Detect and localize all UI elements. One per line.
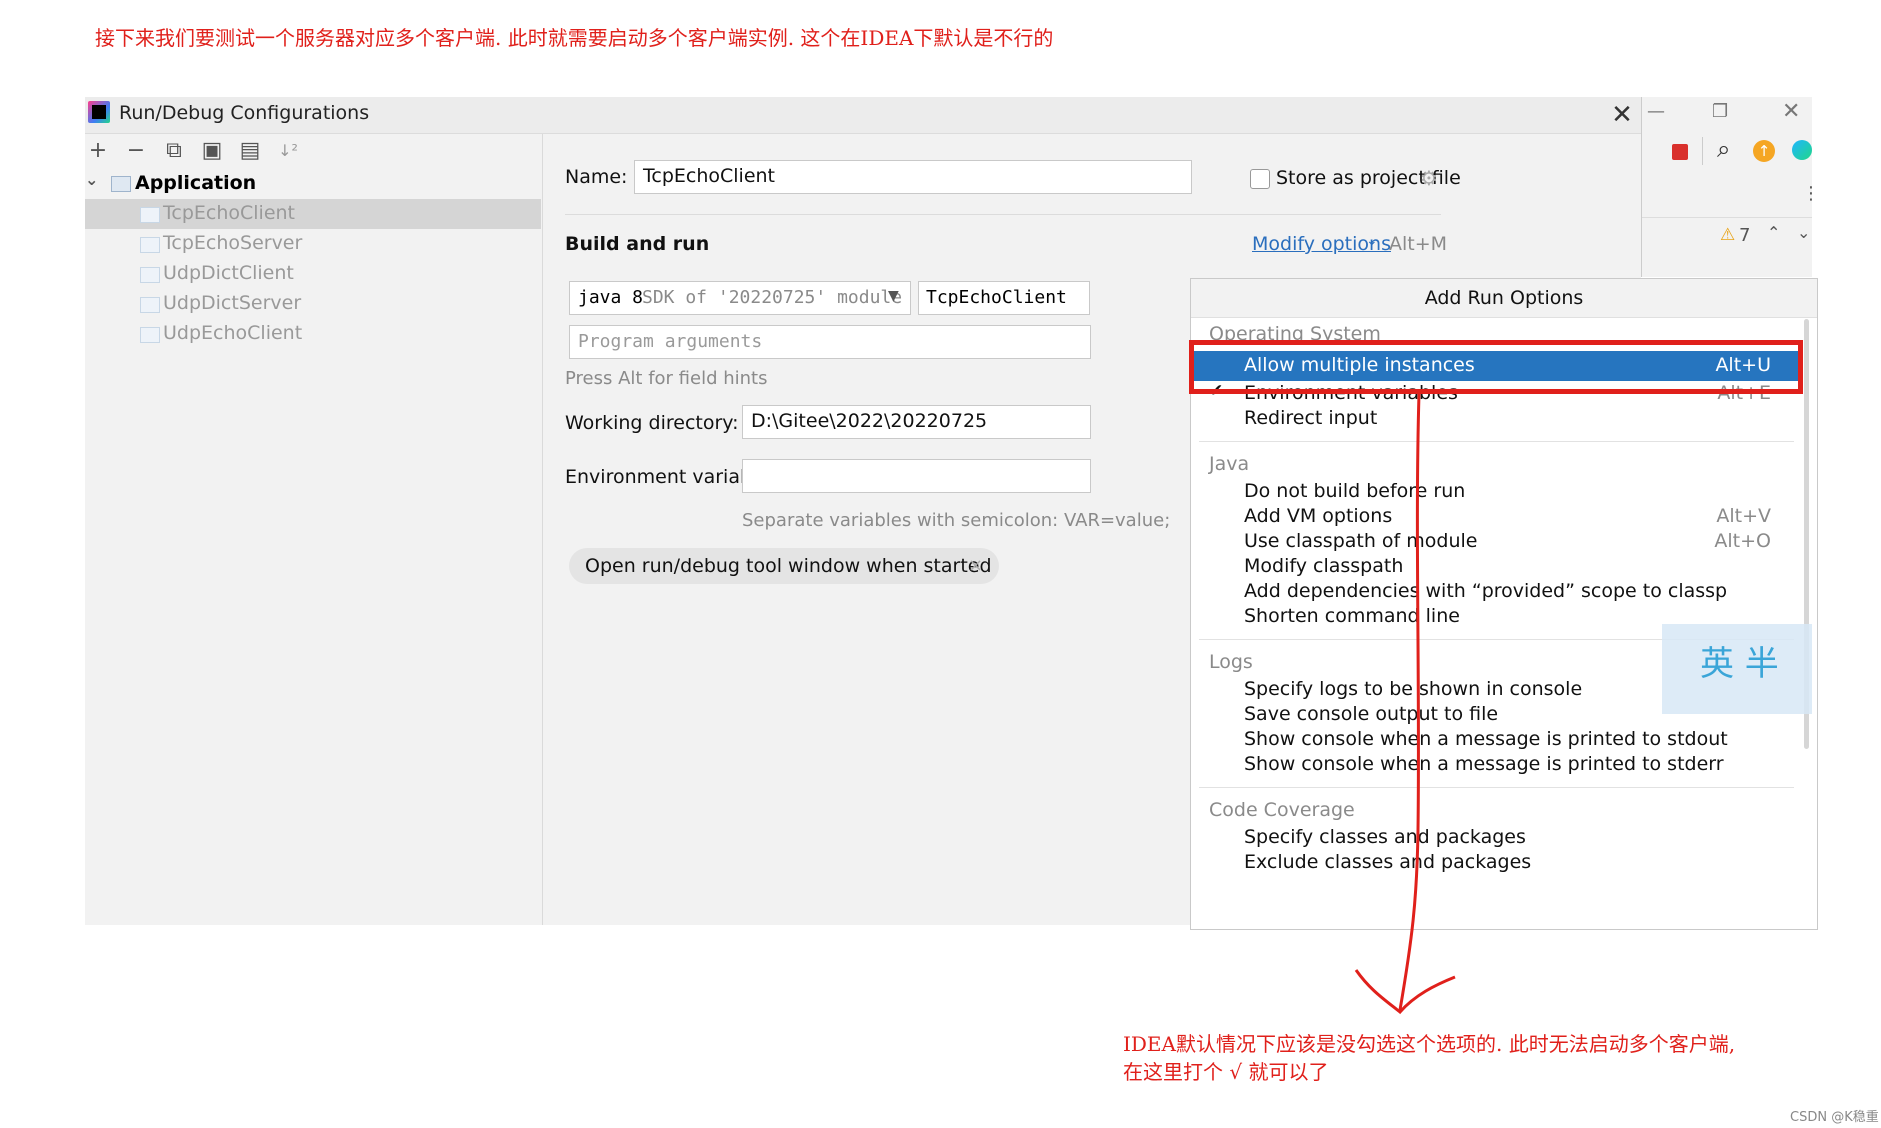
- option-redirect-input[interactable]: Redirect input: [1191, 404, 1801, 434]
- config-icon: [140, 237, 160, 253]
- config-toolbar: + − ⧉ ▣ ▤ ↓²: [85, 134, 541, 168]
- strip-divider: [1642, 217, 1812, 218]
- arrow-shaft: [1398, 393, 1421, 1011]
- bottom-annotation-line2: 在这里打个 √ 就可以了: [1123, 1060, 1329, 1084]
- chip-label: Open run/debug tool window when started: [585, 555, 992, 577]
- section-divider: [1199, 787, 1794, 788]
- dropdown-arrow-icon[interactable]: ▼: [888, 288, 899, 304]
- plugin-icon[interactable]: [1792, 140, 1812, 160]
- sdk-select[interactable]: java 8 SDK of '20220725' module ▼: [569, 281, 911, 315]
- ide-background-toolbar: — ❐ ✕ ⌕ ↑ ⋮ ⚠ 7 ⌃ ⌄: [1641, 97, 1820, 277]
- working-directory-value: D:\Gitee\2022\20220725: [751, 410, 988, 432]
- popup-title: Add Run Options: [1191, 279, 1817, 318]
- dialog-titlebar[interactable]: Run/Debug Configurations ✕: [85, 97, 1641, 134]
- minimize-icon[interactable]: —: [1647, 101, 1665, 122]
- tree-item-label: UdpDictServer: [163, 292, 302, 314]
- env-vars-field[interactable]: [742, 459, 1091, 493]
- option-label: Show console when a message is printed t…: [1244, 753, 1724, 775]
- option-show-console-stderr[interactable]: Show console when a message is printed t…: [1191, 750, 1801, 780]
- divider: [565, 214, 1441, 215]
- copy-icon[interactable]: ⧉: [161, 138, 187, 164]
- section-logs: Logs: [1209, 651, 1253, 673]
- tree-item-udpdictclient[interactable]: UdpDictClient: [85, 259, 541, 289]
- name-label: Name:: [565, 166, 628, 188]
- intellij-logo-icon: [88, 101, 110, 123]
- chevron-down-icon[interactable]: ⌄: [1366, 233, 1378, 249]
- remove-icon[interactable]: −: [123, 138, 149, 164]
- close-icon[interactable]: ✕: [1604, 97, 1640, 133]
- chip-close-icon[interactable]: ×: [968, 555, 983, 576]
- update-icon[interactable]: ↑: [1753, 140, 1775, 162]
- bottom-annotation-line1: IDEA默认情况下应该是没勾选这个选项的. 此时无法启动多个客户端,: [1123, 1032, 1736, 1056]
- option-exclude-classes[interactable]: Exclude classes and packages: [1191, 848, 1801, 878]
- restore-icon[interactable]: ❐: [1712, 101, 1728, 122]
- section-divider: [1199, 441, 1794, 442]
- highlight-box: [1189, 340, 1803, 394]
- ime-badge-text: 英 半: [1700, 644, 1779, 684]
- name-field[interactable]: TcpEchoClient: [634, 160, 1192, 194]
- section-java: Java: [1209, 453, 1250, 475]
- option-label: Show console when a message is printed t…: [1244, 728, 1728, 750]
- section-code-coverage: Code Coverage: [1209, 799, 1355, 821]
- more-icon[interactable]: ⋮: [1802, 183, 1820, 204]
- warning-icon[interactable]: ⚠: [1720, 225, 1735, 245]
- ime-badge: 英 半: [1662, 624, 1812, 714]
- field-hint: Press Alt for field hints: [565, 368, 768, 389]
- warnings-count: 7: [1739, 225, 1751, 246]
- chevron-up-icon[interactable]: ⌃: [1767, 223, 1780, 242]
- option-label: Add dependencies with “provided” scope t…: [1244, 580, 1728, 602]
- add-icon[interactable]: +: [85, 138, 111, 164]
- tree-root-application[interactable]: ⌄ Application: [85, 170, 541, 198]
- config-icon: [140, 207, 160, 223]
- option-shortcut: Alt+V: [1716, 505, 1771, 527]
- annotation-arrow: [1354, 393, 1456, 1015]
- tree-item-label: UdpEchoClient: [163, 322, 303, 344]
- tree-item-tcpechoserver[interactable]: TcpEchoServer: [85, 229, 541, 259]
- toolbar-divider: [1702, 137, 1703, 165]
- configurations-panel: + − ⧉ ▣ ▤ ↓² ⌄ Application TcpEchoClient…: [85, 134, 541, 925]
- main-class-field[interactable]: TcpEchoClient: [918, 281, 1090, 315]
- stop-icon[interactable]: [1672, 144, 1688, 160]
- option-shortcut: Alt+O: [1714, 530, 1771, 552]
- bottom-annotation: IDEA默认情况下应该是没勾选这个选项的. 此时无法启动多个客户端, 在这里打个…: [1123, 1030, 1735, 1086]
- tree-item-tcpechoclient[interactable]: TcpEchoClient: [85, 199, 541, 229]
- close-icon[interactable]: ✕: [1782, 99, 1800, 124]
- build-and-run-heading: Build and run: [565, 233, 710, 255]
- main-class-value: TcpEchoClient: [926, 287, 1067, 308]
- program-arguments-field[interactable]: Program arguments: [569, 325, 1091, 359]
- chevron-down-icon[interactable]: ⌄: [85, 170, 98, 189]
- name-value: TcpEchoClient: [643, 165, 776, 187]
- modify-options-shortcut: Alt+M: [1389, 233, 1448, 255]
- folder-icon[interactable]: ▤: [237, 138, 263, 164]
- tree-item-label: TcpEchoClient: [163, 202, 296, 224]
- sdk-java: java 8: [578, 287, 644, 308]
- application-icon: [111, 176, 131, 192]
- working-directory-field[interactable]: D:\Gitee\2022\20220725: [742, 405, 1091, 439]
- watermark: CSDN @K稳重: [1790, 1110, 1879, 1125]
- sdk-detail: SDK of '20220725' module: [642, 287, 903, 308]
- config-icon: [140, 327, 160, 343]
- program-arguments-placeholder: Program arguments: [578, 331, 763, 352]
- chevron-down-icon[interactable]: ⌄: [1797, 223, 1810, 242]
- tree-root-label: Application: [135, 172, 257, 194]
- gear-icon[interactable]: ⚙: [1420, 166, 1438, 190]
- dialog-title: Run/Debug Configurations: [119, 102, 370, 124]
- sort-icon[interactable]: ↓²: [275, 138, 301, 164]
- config-icon: [140, 297, 160, 313]
- config-icon: [140, 267, 160, 283]
- top-annotation: 接下来我们要测试一个服务器对应多个客户端. 此时就需要启动多个客户端实例. 这个…: [95, 26, 1054, 50]
- tool-window-chip[interactable]: Open run/debug tool window when started …: [569, 548, 999, 584]
- working-directory-label: Working directory:: [565, 412, 739, 434]
- tree-item-udpechoclient[interactable]: UdpEchoClient: [85, 319, 541, 349]
- store-project-checkbox[interactable]: [1250, 169, 1270, 189]
- env-vars-hint: Separate variables with semicolon: VAR=v…: [742, 510, 1171, 531]
- save-icon[interactable]: ▣: [199, 138, 225, 164]
- tree-item-label: TcpEchoServer: [163, 232, 303, 254]
- tree-item-udpdictserver[interactable]: UdpDictServer: [85, 289, 541, 319]
- tree-item-label: UdpDictClient: [163, 262, 294, 284]
- search-icon[interactable]: ⌕: [1717, 135, 1730, 163]
